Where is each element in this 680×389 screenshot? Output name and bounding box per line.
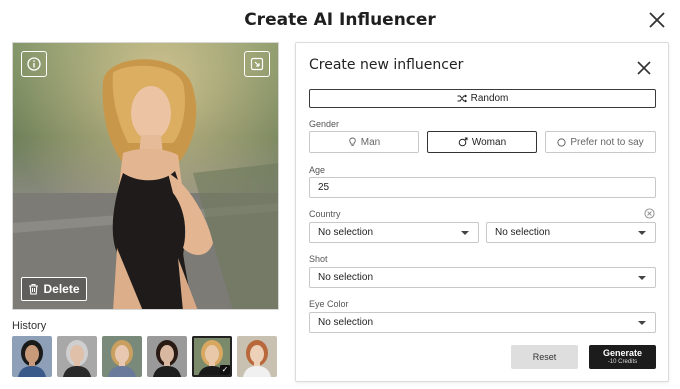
trash-icon	[29, 283, 39, 295]
bulb-icon	[348, 137, 356, 146]
gender-label: Gender	[309, 119, 340, 129]
info-icon	[27, 57, 41, 71]
chevron-down-icon	[638, 321, 646, 325]
random-button[interactable]: Random	[309, 89, 656, 108]
gender-option-prefer-not-label: Prefer not to say	[570, 136, 644, 148]
chevron-down-icon	[638, 276, 646, 280]
chevron-down-icon	[638, 231, 646, 235]
expand-button[interactable]	[244, 51, 270, 77]
country-select[interactable]: No selection	[309, 222, 479, 243]
eye-color-select-value: No selection	[318, 317, 374, 328]
random-label: Random	[470, 93, 509, 104]
close-icon[interactable]	[648, 11, 666, 29]
check-icon: ✓	[220, 365, 230, 375]
info-button[interactable]	[21, 51, 47, 77]
history-thumbnail[interactable]	[57, 336, 97, 377]
influencer-preview: Delete	[12, 42, 279, 310]
expand-icon	[250, 57, 264, 71]
panel-close-icon[interactable]	[637, 61, 651, 75]
eye-color-label: Eye Color	[309, 299, 349, 309]
history-thumbnail[interactable]	[12, 336, 52, 377]
region-select[interactable]: No selection	[486, 222, 656, 243]
modal-title: Create AI Influencer	[244, 10, 436, 30]
portrait-image	[237, 336, 277, 377]
portrait-image	[147, 336, 187, 377]
history-thumbnail[interactable]: ✓	[192, 336, 232, 377]
gender-option-woman-label: Woman	[471, 136, 507, 148]
country-label: Country	[309, 209, 341, 219]
panel-title: Create new influencer	[309, 57, 464, 73]
delete-button[interactable]: Delete	[21, 277, 87, 301]
chevron-down-icon	[461, 231, 469, 235]
age-label: Age	[309, 165, 326, 175]
portrait-image	[12, 336, 52, 377]
age-input[interactable]: 25	[309, 177, 656, 198]
shot-select-value: No selection	[318, 272, 374, 283]
portrait-image	[102, 336, 142, 377]
shot-select[interactable]: No selection	[309, 267, 656, 288]
portrait-image	[57, 336, 97, 377]
gender-option-man[interactable]: Man	[309, 131, 419, 153]
create-influencer-panel: Create new influencer Random Gender Man …	[295, 42, 669, 382]
gender-option-woman[interactable]: Woman	[427, 131, 537, 153]
circle-icon	[557, 137, 566, 147]
female-symbol-icon	[458, 137, 468, 147]
history-thumbnail[interactable]	[102, 336, 142, 377]
shuffle-icon	[457, 94, 467, 103]
gender-option-man-label: Man	[360, 136, 381, 148]
history-thumbnail[interactable]	[237, 336, 277, 377]
delete-label: Delete	[43, 282, 80, 296]
history-thumbnail[interactable]	[147, 336, 187, 377]
generate-cost: -10 Credits	[607, 359, 638, 365]
eye-color-select[interactable]: No selection	[309, 312, 656, 333]
history-strip: ✓	[12, 336, 280, 378]
region-select-value: No selection	[495, 227, 551, 238]
country-select-value: No selection	[318, 227, 374, 238]
reset-button[interactable]: Reset	[511, 345, 578, 369]
generate-button[interactable]: Generate -10 Credits	[589, 345, 656, 369]
gender-option-prefer-not[interactable]: Prefer not to say	[545, 131, 656, 153]
influencer-photo	[13, 43, 278, 309]
clear-icon[interactable]	[644, 208, 655, 219]
generate-label: Generate	[602, 348, 643, 358]
shot-label: Shot	[309, 254, 328, 264]
history-label: History	[12, 320, 47, 332]
